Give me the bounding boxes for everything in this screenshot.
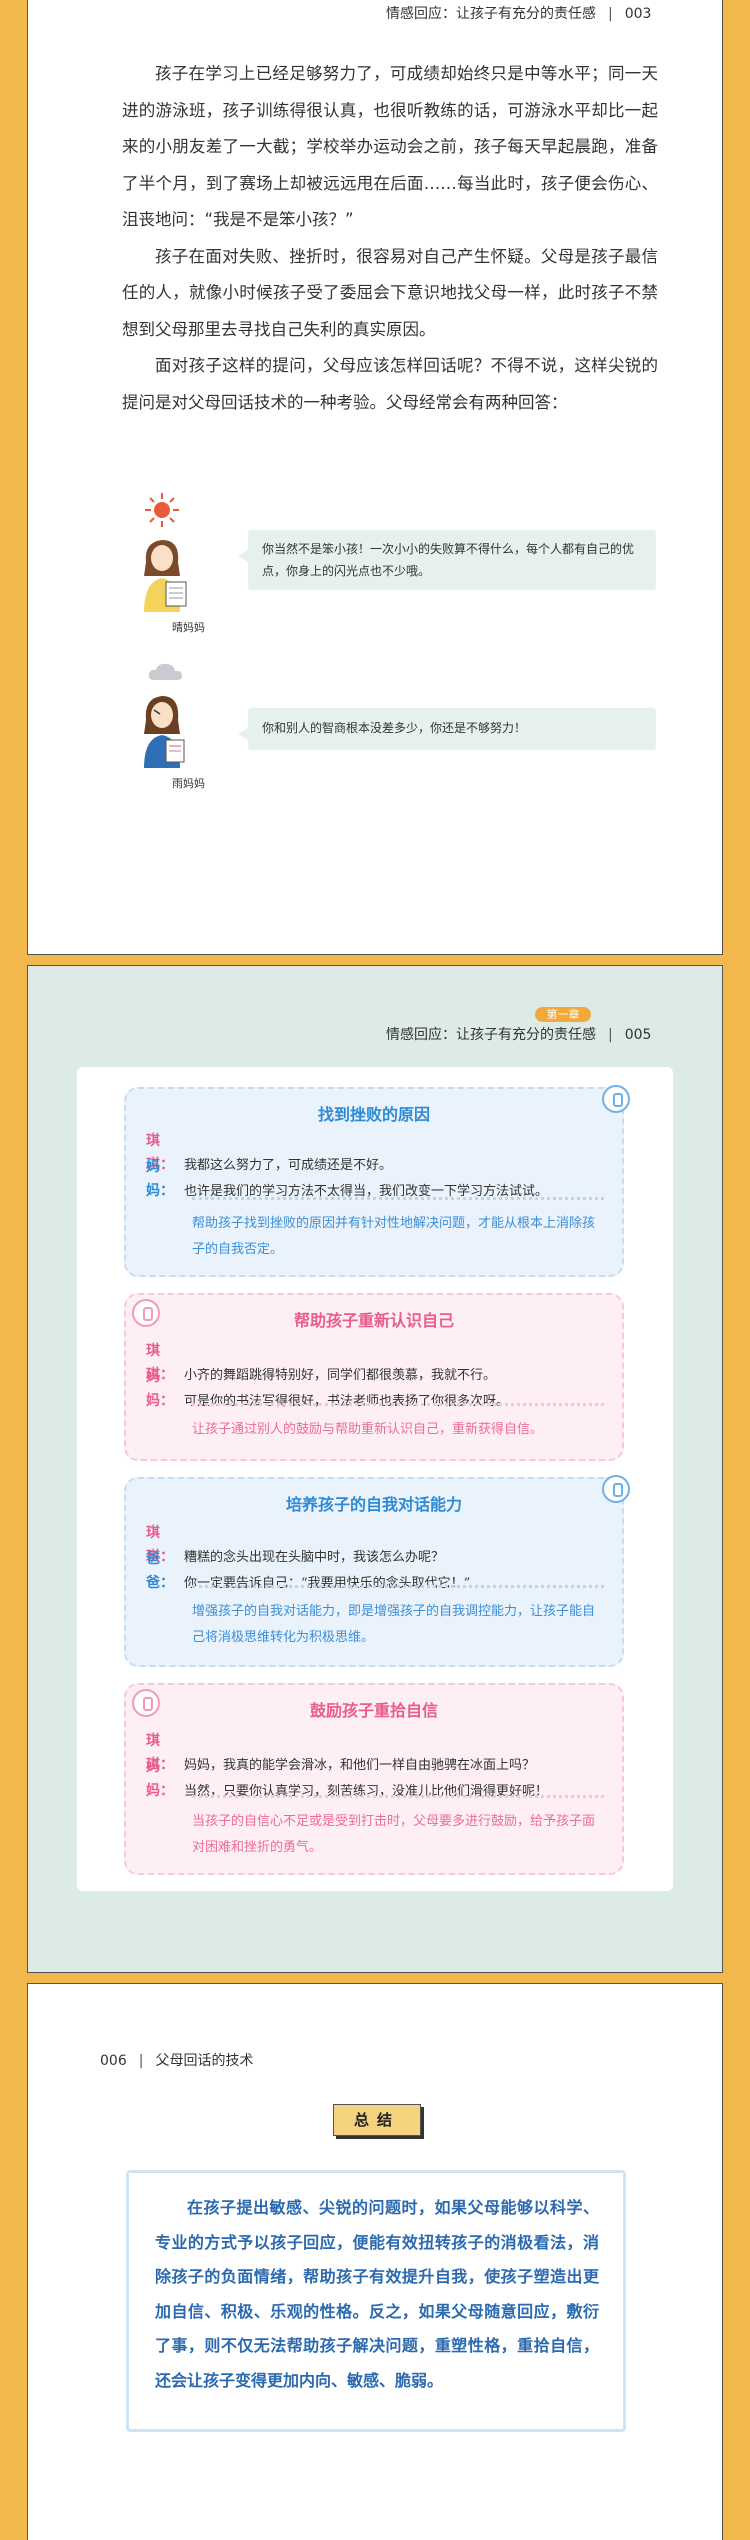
speaker-name: 爸爸： bbox=[146, 1551, 174, 1591]
paragraph: 面对孩子这样的提问，父母应该怎样回话呢？不得不说，这样尖锐的提问是对父母回话技术… bbox=[122, 356, 658, 412]
tip-card: 鼓励孩子重拾自信 琪琪： 妈妈，我真的能学会滑冰，和他们一样自由驰骋在冰面上吗？ … bbox=[124, 1683, 624, 1875]
running-head: 情感回应：让孩子有充分的责任感 | 003 bbox=[386, 6, 652, 22]
rainy-mom-block: 雨妈妈 你和别人的智商根本没差多少，你还是不够努力！ bbox=[132, 660, 672, 810]
summary-title: 总结 bbox=[333, 2104, 421, 2136]
dotted-divider bbox=[192, 1197, 604, 1200]
page-number: 006 bbox=[100, 2053, 127, 2069]
running-head: 情感回应：让孩子有充分的责任感 | 005 bbox=[386, 1027, 652, 1043]
summary-box: 在孩子提出敏感、尖锐的问题时，如果父母能够以科学、专业的方式予以孩子回应，便能有… bbox=[126, 2170, 626, 2432]
paragraph: 孩子在学习上已经足够努力了，可成绩却始终只是中等水平；同一天进的游泳班，孩子训练… bbox=[122, 64, 658, 229]
tip-note: 当孩子的自信心不足或是受到打击时，父母要多进行鼓励，给予孩子面对困难和挫折的勇气… bbox=[192, 1814, 596, 1855]
tip-note: 让孩子通过别人的鼓励与帮助重新认识自己，重新获得自信。 bbox=[192, 1422, 544, 1437]
page-number: 003 bbox=[624, 6, 652, 22]
tip-card-title: 鼓励孩子重拾自信 bbox=[309, 1701, 438, 1720]
dotted-divider bbox=[192, 1403, 604, 1406]
rainy-mom-caption: 雨妈妈 bbox=[172, 777, 205, 790]
tip-card: 培养孩子的自我对话能力 琪琪： 糟糕的念头出现在头脑中时，我该怎么办呢？ 爸爸：你… bbox=[124, 1475, 630, 1667]
running-head-title: 情感回应：让孩子有充分的责任感 bbox=[386, 6, 596, 22]
summary-text: 在孩子提出敏感、尖锐的问题时，如果父母能够以科学、专业的方式予以孩子回应，便能有… bbox=[155, 2198, 599, 2390]
tip-note: 帮助孩子找到挫败的原因并有针对性地解决问题，才能从根本上消除孩子的自我否定。 bbox=[192, 1216, 596, 1257]
tip-card-title: 帮助孩子重新认识自己 bbox=[293, 1311, 454, 1330]
running-head: 006 | 父母回话的技术 bbox=[100, 2053, 254, 2069]
tip-card-title: 找到挫败的原因 bbox=[317, 1105, 430, 1124]
chapter-tag: 第一章 bbox=[535, 1007, 591, 1022]
dotted-divider bbox=[192, 1585, 604, 1588]
page-003: 情感回应：让孩子有充分的责任感 | 003 孩子在学习上已经足够努力了，可成绩却始终… bbox=[27, 0, 723, 955]
tip-card: 找到挫败的原因 琪琪： 我都这么努力了，可成绩还是不好。 妈妈： 也许是我们的学习方… bbox=[124, 1085, 630, 1277]
speaker-name: 妈妈： bbox=[146, 1159, 174, 1199]
body-text: 孩子在学习上已经足够努力了，可成绩却始终只是中等水平；同一天进的游泳班，孩子训练… bbox=[122, 56, 658, 421]
dialogue-text: 可是你的书法写得很好，书法老师也表扬了你很多次呀。 bbox=[184, 1394, 510, 1409]
page-005: 第一章 情感回应：让孩子有充分的责任感 | 005 找到挫败的原因 琪琪： 我都这么努… bbox=[27, 965, 723, 1973]
dotted-divider bbox=[192, 1795, 604, 1798]
page-006: 006 | 父母回话的技术 总结 在孩子提出敏感、尖锐的问题时，如果父母能够以科学、… bbox=[27, 1983, 723, 2540]
speaker-name: 妈妈： bbox=[146, 1369, 174, 1409]
paragraph: 孩子在面对失败、挫折时，很容易对自己产生怀疑。父母是孩子最信任的人，就像小时候孩… bbox=[122, 246, 658, 339]
speaker-name: 妈妈： bbox=[146, 1759, 174, 1799]
running-head-title: 父母回话的技术 bbox=[155, 2053, 254, 2069]
sunny-mom-illustration bbox=[144, 540, 187, 612]
cloud-icon bbox=[148, 663, 182, 680]
tips-panel: 找到挫败的原因 琪琪： 我都这么努力了，可成绩还是不好。 妈妈： 也许是我们的学习方… bbox=[77, 1067, 673, 1891]
tip-note: 增强孩子的自我对话能力，即是增强孩子的自我调控能力，让孩子能自己将消极思维转化为… bbox=[192, 1604, 596, 1645]
tip-card: 帮助孩子重新认识自己 琪琪： 小齐的舞蹈跳得特别好，同学们都很羡慕，我就不行。 妈… bbox=[124, 1293, 624, 1461]
rainy-mom-speech: 你和别人的智商根本没差多少，你还是不够努力！ bbox=[238, 708, 656, 750]
dialogue-line: 妈妈： 可是你的书法写得很好，书法老师也表扬了你很多次呀。 bbox=[146, 1365, 606, 1414]
sunny-mom-block: 晴妈妈 你当然不是笨小孩！一次小小的失败算不得什么，每个人都有自己的优点，你身上… bbox=[132, 490, 672, 640]
sunny-mom-speech: 你当然不是笨小孩！一次小小的失败算不得什么，每个人都有自己的优点，你身上的闪光点… bbox=[238, 530, 656, 590]
running-head-title: 情感回应：让孩子有充分的责任感 bbox=[386, 1027, 596, 1043]
tip-card-title: 培养孩子的自我对话能力 bbox=[285, 1495, 462, 1514]
sunny-mom-caption: 晴妈妈 bbox=[172, 621, 205, 634]
rainy-mom-illustration bbox=[144, 696, 185, 768]
dialogue-line: 爸爸： 你一定要告诉自己：“我要用快乐的念头取代它！” bbox=[146, 1547, 606, 1596]
page-number: 005 bbox=[624, 1027, 652, 1043]
dialogue-text: 你一定要告诉自己：“我要用快乐的念头取代它！” bbox=[184, 1576, 471, 1591]
